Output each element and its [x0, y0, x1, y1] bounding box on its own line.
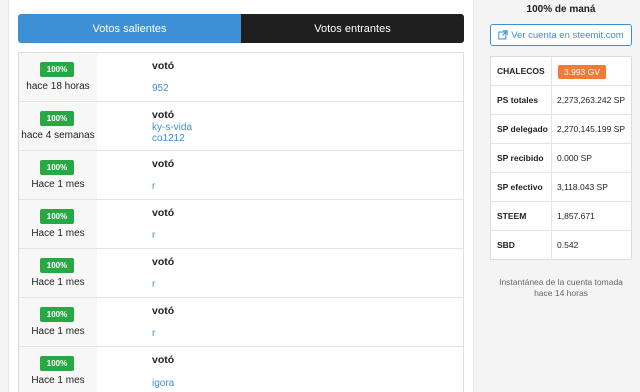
post-link[interactable]: r [152, 328, 155, 339]
stat-key: PS totales [497, 95, 539, 105]
gv-badge: 3.993 GV [558, 65, 606, 79]
vote-time: Hace 1 mes [31, 326, 85, 337]
votes-list: 100% hace 18 horas votó 952 100% hace 4 … [18, 52, 464, 392]
stat-value: 0.000 SP [557, 153, 592, 163]
stat-row-delegated-sp: SP delegado 2,270,145.199 SP [491, 115, 631, 144]
vote-percent-badge: 100% [40, 111, 74, 126]
post-link[interactable]: 952 [152, 83, 169, 94]
post-link[interactable]: igora [152, 378, 174, 389]
view-on-steemit-button[interactable]: Ver cuenta en steemit.com [490, 24, 632, 46]
post-link[interactable]: r [152, 279, 155, 290]
vote-meta: 100% Hace 1 mes [19, 151, 97, 199]
vote-row: 100% Hace 1 mes votó r [19, 151, 463, 200]
left-panel: Votos salientes Votos entrantes 100% hac… [8, 0, 474, 392]
voter-avatar-area [97, 249, 149, 297]
mana-percent: 100% de maná [526, 4, 596, 15]
stat-key: SBD [497, 240, 515, 250]
tab-outgoing-votes[interactable]: Votos salientes [18, 14, 241, 43]
external-link-icon [498, 30, 508, 40]
vote-percent-badge: 100% [40, 160, 74, 175]
vote-percent-badge: 100% [40, 307, 74, 322]
vote-row: 100% Hace 1 mes votó r [19, 200, 463, 249]
vote-action: votó [152, 109, 175, 121]
stat-value: 2,273,263.242 SP [557, 95, 626, 105]
voter-avatar-area [97, 200, 149, 248]
stat-row-steem: STEEM 1,857.671 [491, 202, 631, 231]
vote-time: Hace 1 mes [31, 277, 85, 288]
vote-row: 100% hace 4 semanas votó ky-s-vida co121… [19, 102, 463, 151]
vote-action: votó [152, 354, 175, 366]
stat-key: SP efectivo [497, 182, 543, 192]
stat-value: 3,118.043 SP [557, 182, 608, 192]
vote-action: votó [152, 158, 175, 170]
vote-action: votó [152, 60, 175, 72]
stat-key: SP recibido [497, 153, 544, 163]
stat-key: SP delegado [497, 124, 548, 134]
vote-action: votó [152, 207, 175, 219]
vote-row: 100% Hace 1 mes votó r [19, 249, 463, 298]
view-on-steemit-label: Ver cuenta en steemit.com [511, 29, 624, 41]
stat-key: STEEM [497, 211, 527, 221]
stat-divider [551, 231, 552, 259]
vote-meta: 100% hace 18 horas [19, 53, 97, 101]
tab-incoming-votes[interactable]: Votos entrantes [241, 14, 464, 43]
stat-row-received-sp: SP recibido 0.000 SP [491, 144, 631, 173]
vote-row: 100% hace 18 horas votó 952 [19, 53, 463, 102]
voter-avatar-area [97, 102, 149, 150]
post-link[interactable]: ky-s-vida [152, 122, 192, 133]
stat-value: 1,857.671 [557, 211, 595, 221]
stat-row-sbd: SBD 0.542 [491, 231, 631, 260]
stat-key: CHALECOS [497, 66, 545, 76]
vote-percent-badge: 100% [40, 356, 74, 371]
snapshot-note: Instantánea de la cuenta tomada hace 14 … [499, 277, 623, 298]
vote-row: 100% Hace 1 mes votó r [19, 298, 463, 347]
vote-action: votó [152, 305, 175, 317]
vote-time: Hace 1 mes [31, 228, 85, 239]
stat-row-effective-sp: SP efectivo 3,118.043 SP [491, 173, 631, 202]
stat-divider [551, 115, 552, 143]
voter-avatar-area [97, 298, 149, 346]
voter-avatar-area [97, 347, 149, 392]
vote-time: hace 4 semanas [21, 130, 95, 141]
vote-tabs: Votos salientes Votos entrantes [18, 14, 464, 43]
vote-time: Hace 1 mes [31, 179, 85, 190]
vote-meta: 100% Hace 1 mes [19, 298, 97, 346]
vote-meta: 100% Hace 1 mes [19, 347, 97, 392]
vote-meta: 100% hace 4 semanas [19, 102, 97, 150]
stat-divider [551, 57, 552, 85]
vote-percent-badge: 100% [40, 209, 74, 224]
stat-value: 2,270,145.199 SP [557, 124, 626, 134]
post-link[interactable]: co1212 [152, 133, 185, 144]
vote-time: Hace 1 mes [31, 375, 85, 386]
vote-action: votó [152, 256, 175, 268]
post-link[interactable]: r [152, 181, 155, 192]
stat-divider [551, 86, 552, 114]
account-stats-table: CHALECOS 3.993 GV PS totales 2,273,263.2… [490, 56, 632, 260]
vote-percent-badge: 100% [40, 258, 74, 273]
voter-avatar-area [97, 53, 149, 101]
stat-divider [551, 144, 552, 172]
voter-avatar-area [97, 151, 149, 199]
vote-meta: 100% Hace 1 mes [19, 200, 97, 248]
stat-value: 0.542 [557, 240, 579, 250]
stat-row-chalecos: CHALECOS 3.993 GV [491, 57, 631, 86]
vote-meta: 100% Hace 1 mes [19, 249, 97, 297]
vote-row: 100% Hace 1 mes votó igora [19, 347, 463, 392]
stat-divider [551, 173, 552, 201]
stat-divider [551, 202, 552, 230]
vote-time: hace 18 horas [26, 81, 90, 92]
stat-row-total-sp: PS totales 2,273,263.242 SP [491, 86, 631, 115]
vote-percent-badge: 100% [40, 62, 74, 77]
post-link[interactable]: r [152, 230, 155, 241]
